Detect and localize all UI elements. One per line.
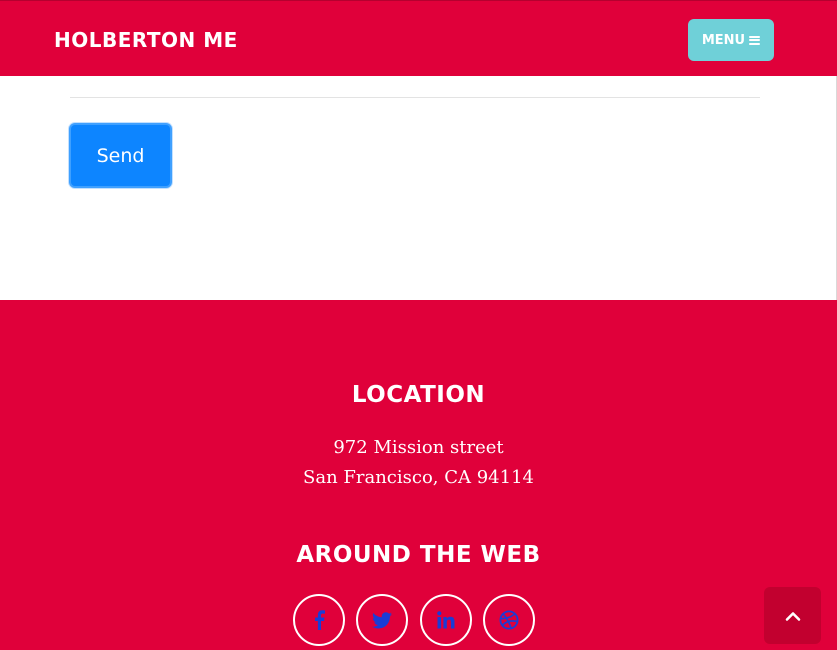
address-line-1: 972 Mission street (333, 437, 504, 458)
top-navbar: HOLBERTON ME MENU (0, 0, 837, 76)
dribbble-icon (499, 610, 519, 630)
around-the-web-heading: AROUND THE WEB (296, 542, 541, 568)
linkedin-link[interactable] (420, 594, 472, 646)
brand-logo-text[interactable]: HOLBERTON ME (54, 28, 238, 52)
bars-icon (749, 35, 761, 45)
send-button[interactable]: Send (69, 123, 172, 188)
message-field-underline[interactable] (70, 97, 760, 98)
page: Send HOLBERTON ME MENU LOCATION 972 Miss… (0, 0, 837, 650)
location-heading: LOCATION (351, 382, 486, 408)
footer: LOCATION 972 Mission street San Francisc… (0, 300, 837, 650)
menu-button[interactable]: MENU (688, 19, 774, 61)
dribbble-link[interactable] (483, 594, 535, 646)
address-line-2: San Francisco, CA 94114 (303, 467, 534, 488)
twitter-icon (372, 611, 392, 628)
linkedin-icon (437, 611, 455, 629)
scroll-to-top-button[interactable] (764, 587, 821, 644)
facebook-link[interactable] (293, 594, 345, 646)
twitter-link[interactable] (356, 594, 408, 646)
facebook-icon (315, 610, 325, 630)
chevron-up-icon (785, 611, 800, 621)
menu-label: MENU (701, 32, 746, 48)
